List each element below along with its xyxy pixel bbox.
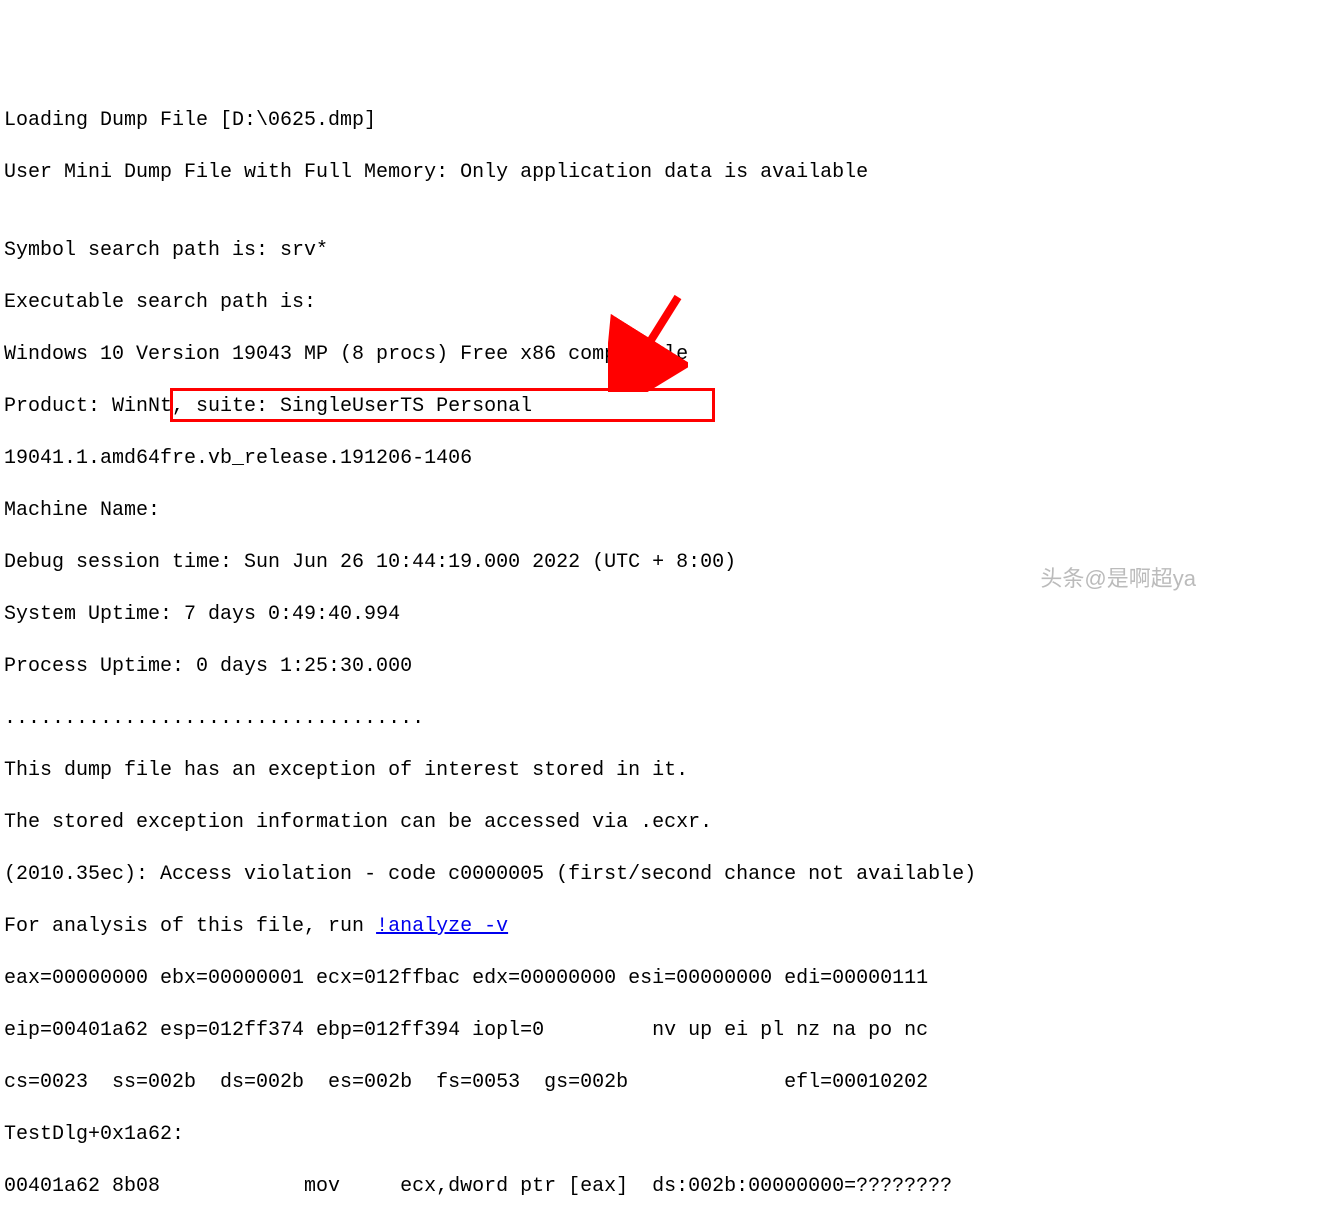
separator-line: ...................................: [4, 706, 1332, 732]
analysis-prefix: For analysis of this file, run: [4, 915, 376, 938]
debug-time-line: Debug session time: Sun Jun 26 10:44:19.…: [4, 550, 1332, 576]
analyze-link[interactable]: !analyze -v: [376, 915, 508, 938]
build-line: 19041.1.amd64fre.vb_release.191206-1406: [4, 446, 1332, 472]
exec-path-line: Executable search path is:: [4, 290, 1332, 316]
thread-id: (2010.35ec):: [4, 863, 160, 886]
exception-code-line: (2010.35ec): Access violation - code c00…: [4, 862, 1332, 888]
access-violation-text: Access violation - code c0000005: [160, 863, 544, 886]
ecxr-notice-line: The stored exception information can be …: [4, 810, 1332, 836]
chance-info: (first/second chance not available): [544, 863, 976, 886]
dump-file-line: Loading Dump File [D:\0625.dmp]: [4, 108, 1332, 134]
exception-notice-line: This dump file has an exception of inter…: [4, 758, 1332, 784]
process-uptime-line: Process Uptime: 0 days 1:25:30.000: [4, 654, 1332, 680]
segments-line: cs=0023 ss=002b ds=002b es=002b fs=0053 …: [4, 1070, 1332, 1096]
system-uptime-line: System Uptime: 7 days 0:49:40.994: [4, 602, 1332, 628]
dump-type-line: User Mini Dump File with Full Memory: On…: [4, 160, 1332, 186]
product-line: Product: WinNt, suite: SingleUserTS Pers…: [4, 394, 1332, 420]
symbol-line: TestDlg+0x1a62:: [4, 1122, 1332, 1148]
windows-version-line: Windows 10 Version 19043 MP (8 procs) Fr…: [4, 342, 1332, 368]
symbol-path-line: Symbol search path is: srv*: [4, 238, 1332, 264]
instruction-line: 00401a62 8b08 mov ecx,dword ptr [eax] ds…: [4, 1174, 1332, 1200]
registers-line-1: eax=00000000 ebx=00000001 ecx=012ffbac e…: [4, 966, 1332, 992]
analysis-line: For analysis of this file, run !analyze …: [4, 914, 1332, 940]
machine-name-line: Machine Name:: [4, 498, 1332, 524]
registers-line-2: eip=00401a62 esp=012ff374 ebp=012ff394 i…: [4, 1018, 1332, 1044]
